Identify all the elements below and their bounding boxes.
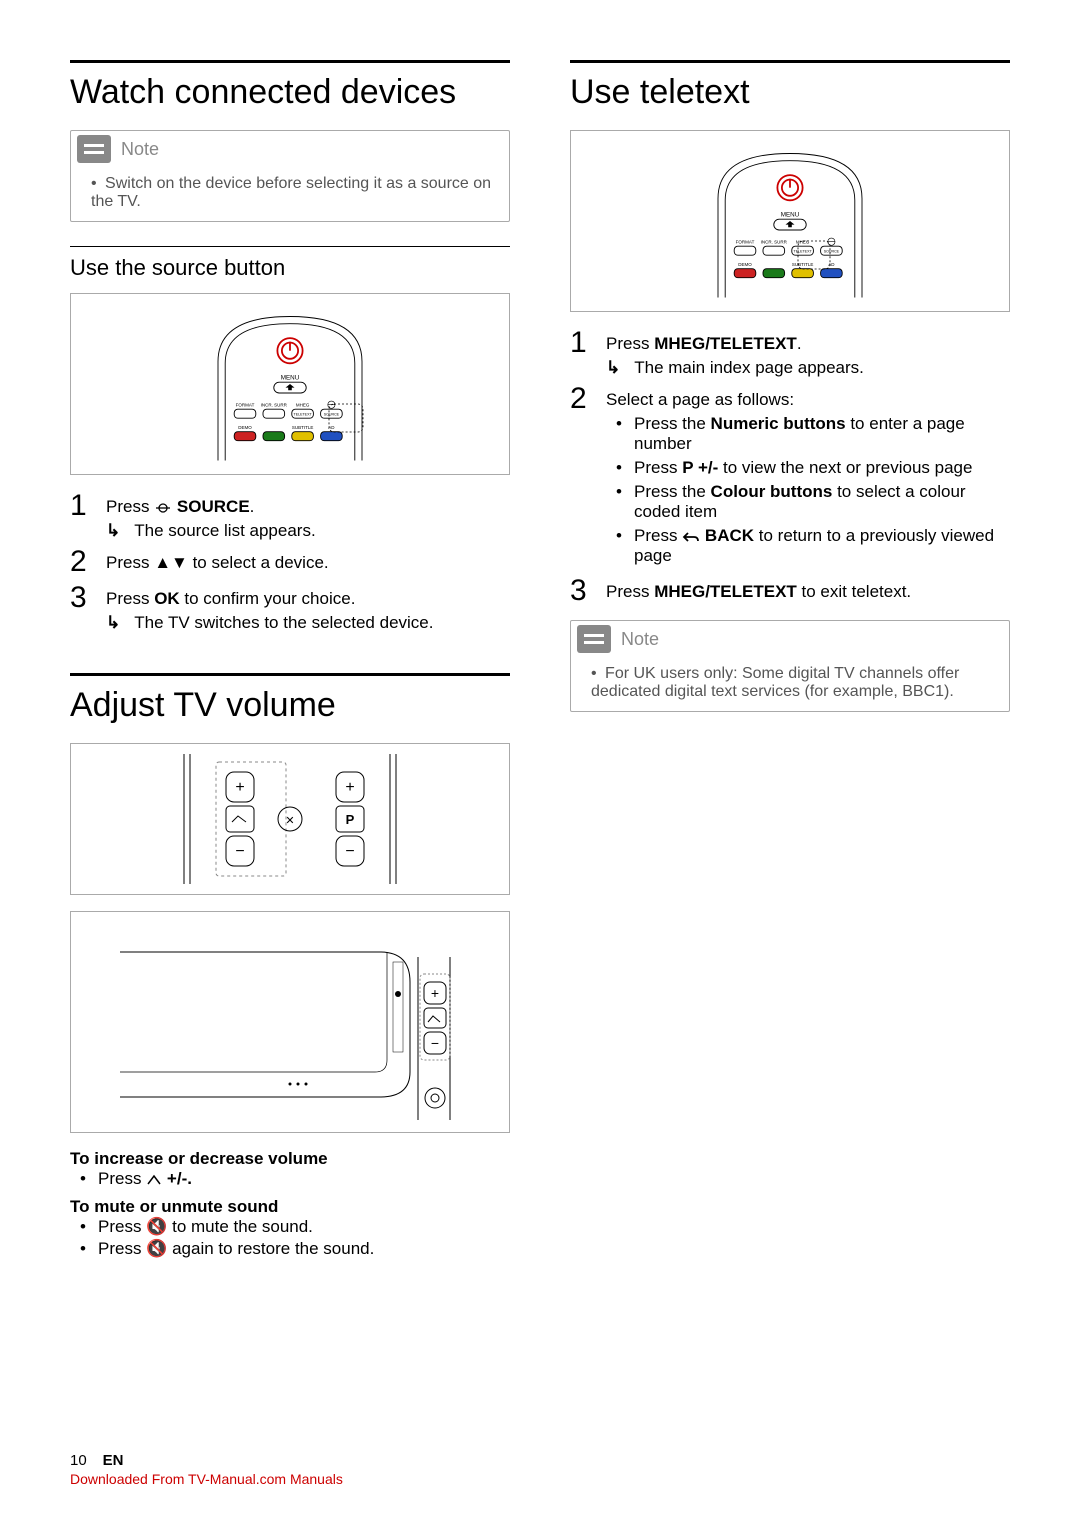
step-number: 1 bbox=[70, 491, 94, 521]
note-box-source: Note Switch on the device before selecti… bbox=[70, 130, 510, 222]
heading-use-teletext: Use teletext bbox=[570, 60, 1010, 112]
svg-text:+: + bbox=[345, 779, 354, 796]
text: to select a device. bbox=[188, 553, 329, 572]
page-footer: 10 EN Downloaded From TV-Manual.com Manu… bbox=[70, 1452, 343, 1487]
language-code: EN bbox=[103, 1452, 124, 1469]
svg-text:−: − bbox=[345, 843, 354, 860]
svg-text:+: + bbox=[235, 779, 244, 796]
remote-svg bbox=[700, 141, 880, 301]
heading-adjust-volume: Adjust TV volume bbox=[70, 673, 510, 725]
volume-buttons-diagram: + − ✕ + P − bbox=[70, 743, 510, 895]
tv-side-diagram: + − bbox=[70, 911, 510, 1133]
svg-text:−: − bbox=[235, 843, 244, 860]
ok-label: OK bbox=[154, 589, 180, 608]
substep: The TV switches to the selected device. bbox=[106, 613, 510, 633]
text: Select a page as follows: bbox=[606, 390, 794, 409]
back-icon bbox=[682, 530, 700, 544]
page-number: 10 bbox=[70, 1452, 87, 1469]
step-number: 3 bbox=[570, 576, 594, 606]
remote-diagram-teletext bbox=[570, 130, 1010, 312]
bullet-item: Press BACK to return to a previously vie… bbox=[634, 526, 1010, 566]
volume-svg: + − ✕ + P − bbox=[180, 754, 400, 884]
note-item: For UK users only: Some digital TV chann… bbox=[591, 665, 995, 701]
download-link[interactable]: Downloaded From TV-Manual.com Manuals bbox=[70, 1471, 343, 1487]
svg-text:P: P bbox=[346, 812, 355, 827]
unmute-item: Press 🔇 again to restore the sound. bbox=[98, 1239, 510, 1259]
bullet-item: Press P +/- to view the next or previous… bbox=[634, 458, 1010, 478]
text: . bbox=[250, 497, 255, 516]
mute-icon: 🔇 bbox=[146, 1217, 167, 1236]
text: Press bbox=[606, 582, 654, 601]
note-item: Switch on the device before selecting it… bbox=[91, 175, 495, 211]
note-box-teletext: Note For UK users only: Some digital TV … bbox=[570, 620, 1010, 712]
substep: The main index page appears. bbox=[606, 358, 1010, 378]
volume-press-item: Press +/-. bbox=[98, 1169, 510, 1189]
step-number: 1 bbox=[570, 328, 594, 358]
mute-unmute-head: To mute or unmute sound bbox=[70, 1197, 510, 1217]
mheg-label: MHEG/TELETEXT bbox=[654, 334, 797, 353]
source-steps: 1 Press SOURCE. The source list appears.… bbox=[70, 491, 510, 633]
text: to confirm your choice. bbox=[180, 589, 356, 608]
text: to exit teletext. bbox=[797, 582, 911, 601]
volume-icon bbox=[146, 1174, 162, 1186]
left-column: Watch connected devices Note Switch on t… bbox=[70, 60, 510, 1261]
mute-icon: 🔇 bbox=[146, 1239, 167, 1258]
teletext-steps: 1 Press MHEG/TELETEXT. The main index pa… bbox=[570, 328, 1010, 606]
source-label: SOURCE bbox=[177, 497, 250, 516]
substep: The source list appears. bbox=[106, 521, 510, 541]
svg-text:−: − bbox=[431, 1035, 439, 1051]
text: Press bbox=[106, 497, 154, 516]
text: Press bbox=[606, 334, 654, 353]
note-icon bbox=[577, 625, 611, 653]
text: Press bbox=[106, 553, 154, 572]
svg-text:✕: ✕ bbox=[285, 815, 294, 827]
tv-svg: + − bbox=[120, 922, 460, 1122]
text: Press bbox=[106, 589, 154, 608]
bullet-item: Press the Colour buttons to select a col… bbox=[634, 482, 1010, 522]
text: . bbox=[797, 334, 802, 353]
heading-use-source: Use the source button bbox=[70, 246, 510, 281]
right-column: Use teletext 1 Press MHEG/TELETEXT. The … bbox=[570, 60, 1010, 1261]
mheg-label: MHEG/TELETEXT bbox=[654, 582, 797, 601]
step-number: 3 bbox=[70, 583, 94, 613]
increase-decrease-head: To increase or decrease volume bbox=[70, 1149, 510, 1169]
note-icon bbox=[77, 135, 111, 163]
mute-item: Press 🔇 to mute the sound. bbox=[98, 1217, 510, 1237]
note-title: Note bbox=[121, 139, 159, 160]
step-number: 2 bbox=[570, 384, 594, 414]
remote-svg bbox=[200, 304, 380, 464]
source-icon bbox=[154, 501, 172, 515]
heading-watch-connected: Watch connected devices bbox=[70, 60, 510, 112]
bullet-item: Press the Numeric buttons to enter a pag… bbox=[634, 414, 1010, 454]
note-title: Note bbox=[621, 629, 659, 650]
remote-diagram-source bbox=[70, 293, 510, 475]
step-number: 2 bbox=[70, 547, 94, 577]
nav-arrows-icon: ▲▼ bbox=[154, 553, 188, 572]
svg-text:+: + bbox=[431, 985, 439, 1001]
